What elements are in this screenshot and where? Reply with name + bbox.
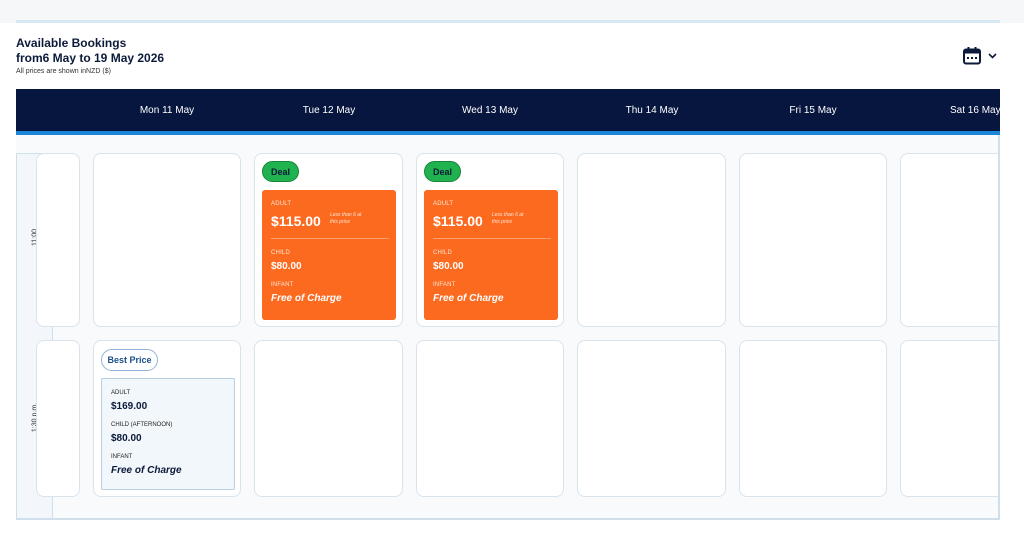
infant-label: INFANT [111, 454, 133, 460]
adult-price-note: Less than 6 at this price [492, 212, 524, 225]
slot-cell-prev-1100[interactable] [36, 153, 80, 327]
divider [271, 238, 389, 239]
child-price: $80.00 [271, 261, 302, 272]
deal-price-card[interactable]: ADULT $115.00 Less than 6 at this price … [262, 190, 396, 320]
child-label: CHILD [433, 250, 453, 256]
slot-cell-mon-1100[interactable] [93, 153, 241, 327]
child-price: $80.00 [111, 433, 142, 444]
slot-cell-fri-1330[interactable] [739, 340, 887, 497]
slot-cell-fri-1100[interactable] [739, 153, 887, 327]
page-title: Available Bookings [16, 36, 127, 50]
divider [433, 238, 551, 239]
day-header-fri[interactable]: Fri 15 May [732, 89, 894, 131]
day-header-mon[interactable]: Mon 11 May [86, 89, 248, 131]
calendar-icon [962, 46, 982, 66]
adult-label: ADULT [271, 201, 292, 207]
day-header-sat[interactable]: Sat 16 May [894, 89, 1000, 131]
slot-cell-thu-1330[interactable] [577, 340, 726, 497]
infant-price: Free of Charge [271, 293, 342, 304]
chevron-down-icon [988, 53, 997, 59]
child-price: $80.00 [433, 261, 464, 272]
booking-grid: 11:00 1:30 p.m. Deal ADULT $115.00 Less … [16, 135, 1000, 520]
adult-price: $115.00 [271, 213, 321, 229]
slot-cell-tue-1330[interactable] [254, 340, 403, 497]
slot-cell-wed-1100[interactable]: Deal ADULT $115.00 Less than 6 at this p… [416, 153, 564, 327]
adult-price-note: Less than 6 at this price [330, 212, 362, 225]
slot-cell-thu-1100[interactable] [577, 153, 726, 327]
infant-label: INFANT [433, 282, 456, 288]
currency-note: All prices are shown inNZD ($) [16, 68, 111, 75]
deal-price-card[interactable]: ADULT $115.00 Less than 6 at this price … [424, 190, 558, 320]
adult-price: $115.00 [433, 213, 483, 229]
slot-cell-mon-1330[interactable]: Best Price ADULT $169.00 CHILD (AFTERNOO… [93, 340, 241, 497]
date-range: from6 May to 19 May 2026 [16, 51, 165, 65]
child-label: CHILD [271, 250, 291, 256]
deal-badge: Deal [424, 161, 461, 182]
calendar-picker-button[interactable] [962, 44, 1002, 68]
infant-price: Free of Charge [111, 465, 182, 476]
infant-label: INFANT [271, 282, 294, 288]
day-header-thu[interactable]: Thu 14 May [571, 89, 733, 131]
slot-cell-sat-1100[interactable] [900, 153, 998, 327]
deal-badge: Deal [262, 161, 299, 182]
slot-cell-sat-1330[interactable] [900, 340, 998, 497]
infant-price: Free of Charge [433, 293, 504, 304]
best-price-card[interactable]: ADULT $169.00 CHILD (AFTERNOON) $80.00 I… [101, 378, 235, 490]
slot-cell-wed-1330[interactable] [416, 340, 564, 497]
adult-label: ADULT [111, 390, 131, 396]
slot-cell-tue-1100[interactable]: Deal ADULT $115.00 Less than 6 at this p… [254, 153, 403, 327]
child-label: CHILD (AFTERNOON) [111, 422, 173, 428]
slot-cell-prev-1330[interactable] [36, 340, 80, 497]
adult-price: $169.00 [111, 401, 148, 412]
adult-label: ADULT [433, 201, 454, 207]
best-price-badge: Best Price [101, 349, 158, 371]
day-header-wed[interactable]: Wed 13 May [409, 89, 571, 131]
day-header-tue[interactable]: Tue 12 May [248, 89, 410, 131]
day-header-bar: Mon 11 May Tue 12 May Wed 13 May Thu 14 … [16, 89, 1000, 131]
